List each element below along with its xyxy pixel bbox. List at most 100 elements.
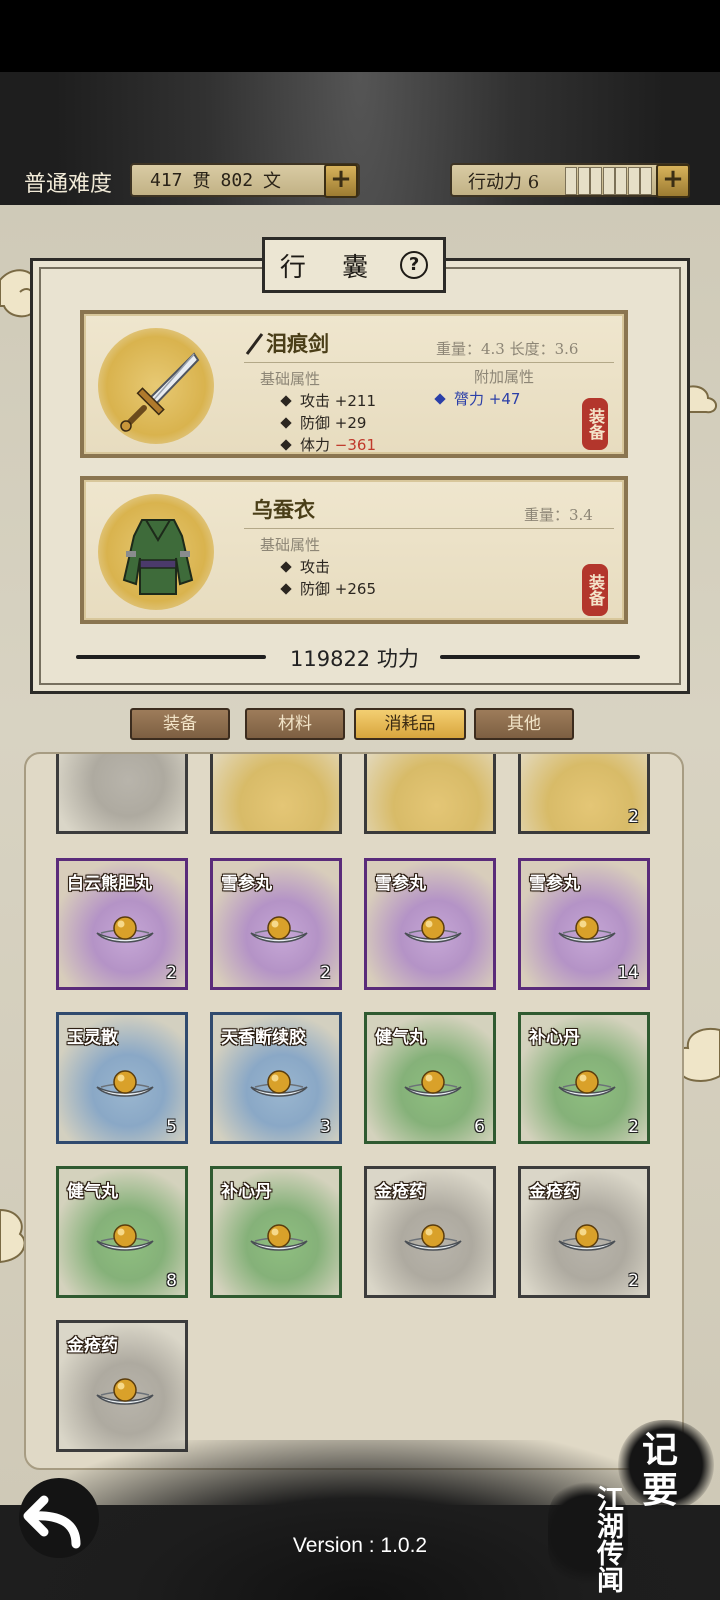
equip-card-weapon[interactable]: 泪痕剑 重量：4.3 长度：3.6 基础属性 附加属性 攻击 +211 防御 +… xyxy=(80,310,628,458)
pill-icon xyxy=(250,1224,308,1251)
stamina-pip xyxy=(615,167,627,195)
item-slot[interactable]: 健气丸 6 xyxy=(364,1012,496,1144)
stamina-label: 行动力 6 xyxy=(468,172,540,193)
armor-name: 乌蚕衣 xyxy=(252,497,315,522)
tab-materials[interactable]: 材料 xyxy=(245,708,345,740)
tab-other[interactable]: 其他 xyxy=(474,708,574,740)
item-name: 补心丹 xyxy=(529,1028,580,1048)
item-count: 2 xyxy=(628,1117,639,1137)
item-name: 白云熊胆丸 xyxy=(67,874,152,894)
item-slot[interactable]: 金疮药 2 xyxy=(518,1166,650,1298)
item-slot[interactable]: 雪参丸 xyxy=(364,858,496,990)
item-count: 2 xyxy=(628,1271,639,1291)
panel-title: 行 囊 xyxy=(279,252,383,283)
armor-divider xyxy=(244,528,614,529)
weapon-extra-attr: 膂力 +47 xyxy=(434,388,520,409)
power-line-right xyxy=(440,655,640,659)
weapon-extra-label: 附加属性 xyxy=(474,368,535,386)
equip-armor-button[interactable]: 装备 xyxy=(582,564,608,616)
item-name: 雪参丸 xyxy=(375,874,426,894)
weapon-base-label: 基础属性 xyxy=(260,370,321,388)
power-line-left xyxy=(76,655,266,659)
money-guan: 417 xyxy=(150,169,183,191)
pill-icon xyxy=(96,1070,154,1097)
money-guan-unit: 贯 xyxy=(192,171,211,192)
pill-icon xyxy=(558,1070,616,1097)
stamina-pip xyxy=(590,167,602,195)
item-name: 健气丸 xyxy=(67,1182,118,1202)
status-bar xyxy=(0,0,720,72)
weapon-type-icon xyxy=(245,333,264,355)
pill-icon xyxy=(96,1378,154,1405)
item-slot[interactable]: 金疮药 xyxy=(56,1320,188,1452)
pill-icon xyxy=(404,1070,462,1097)
item-slot[interactable]: 雪参丸 14 xyxy=(518,858,650,990)
item-name: 雪参丸 xyxy=(529,874,580,894)
item-slot[interactable] xyxy=(364,754,496,834)
pill-icon xyxy=(96,916,154,943)
pill-icon xyxy=(250,916,308,943)
item-slot[interactable]: 雪参丸 2 xyxy=(210,858,342,990)
item-slot[interactable]: 玉灵散 5 xyxy=(56,1012,188,1144)
item-slot[interactable]: 健气丸 8 xyxy=(56,1166,188,1298)
pill-icon xyxy=(96,1224,154,1251)
power-value: 119822 功力 xyxy=(290,647,419,671)
armor-base-label: 基础属性 xyxy=(260,536,321,554)
tab-consumables[interactable]: 消耗品 xyxy=(354,708,466,740)
sword-icon xyxy=(120,352,200,432)
item-name: 金疮药 xyxy=(375,1182,426,1202)
item-slot[interactable]: 白云熊胆丸 2 xyxy=(56,858,188,990)
item-count: 5 xyxy=(166,1117,177,1137)
pill-icon xyxy=(404,916,462,943)
equip-weapon-button[interactable]: 装备 xyxy=(582,398,608,450)
panel-title-box: 行 囊 ? xyxy=(262,237,446,293)
notes-button[interactable]: 记要 xyxy=(630,1430,700,1514)
difficulty-label: 普通难度 xyxy=(24,172,113,197)
item-count: 2 xyxy=(166,963,177,983)
help-icon[interactable]: ? xyxy=(400,251,429,279)
stamina-pip xyxy=(627,167,640,195)
item-slot[interactable] xyxy=(210,754,342,834)
armor-attr-defense: 防御 +265 xyxy=(280,578,376,599)
add-stamina-button[interactable]: + xyxy=(656,164,690,198)
add-money-button[interactable]: + xyxy=(324,164,358,198)
item-slot[interactable]: 补心丹 2 xyxy=(518,1012,650,1144)
pill-icon xyxy=(250,1070,308,1097)
equip-card-armor[interactable]: 乌蚕衣 重量：3.4 基础属性 攻击 防御 +265 装备 xyxy=(80,476,628,624)
item-count: 2 xyxy=(320,963,331,983)
item-count: 8 xyxy=(166,1271,177,1291)
item-slot[interactable]: 金疮药 xyxy=(364,1166,496,1298)
weapon-attr-stamina: 体力 −361 xyxy=(280,434,376,455)
stamina-pip xyxy=(602,167,615,195)
stamina-pip xyxy=(577,167,590,195)
item-name: 金疮药 xyxy=(67,1336,118,1356)
item-name: 玉灵散 xyxy=(67,1028,118,1048)
item-name: 金疮药 xyxy=(529,1182,580,1202)
armor-icon xyxy=(122,519,194,595)
item-slot[interactable]: 补心丹 xyxy=(210,1166,342,1298)
rumors-button[interactable]: 江湖传闻 xyxy=(550,1484,624,1594)
item-name: 健气丸 xyxy=(375,1028,426,1048)
weapon-weight-length: 重量：4.3 长度：3.6 xyxy=(436,340,579,358)
money-wen: 802 xyxy=(220,169,254,191)
item-slot[interactable]: 2 xyxy=(518,754,650,834)
item-grid[interactable]: 2 白云熊胆丸 2 雪参丸 2 雪参丸 雪参丸 14 玉灵散 5 天香断续胶 3 健气丸 6 补心丹 2 健气丸… xyxy=(24,752,684,1470)
money-wen-unit: 文 xyxy=(263,171,282,192)
item-slot[interactable]: 天香断续胶 3 xyxy=(210,1012,342,1144)
stamina-pip xyxy=(640,167,652,195)
item-name: 天香断续胶 xyxy=(221,1028,306,1048)
tab-equipment[interactable]: 装备 xyxy=(130,708,230,740)
item-slot[interactable] xyxy=(56,754,188,834)
stamina-pip xyxy=(565,167,577,195)
item-count: 3 xyxy=(320,1117,331,1137)
armor-attr-attack: 攻击 xyxy=(280,556,330,577)
pill-icon xyxy=(558,1224,616,1251)
weapon-divider xyxy=(244,362,614,363)
pill-icon xyxy=(558,916,616,943)
weapon-name: 泪痕剑 xyxy=(266,331,329,356)
armor-weight: 重量：3.4 xyxy=(524,506,593,524)
item-count: 6 xyxy=(474,1117,485,1137)
pill-icon xyxy=(404,1224,462,1251)
weapon-attr-attack: 攻击 +211 xyxy=(280,390,376,411)
weapon-attr-defense: 防御 +29 xyxy=(280,412,366,433)
